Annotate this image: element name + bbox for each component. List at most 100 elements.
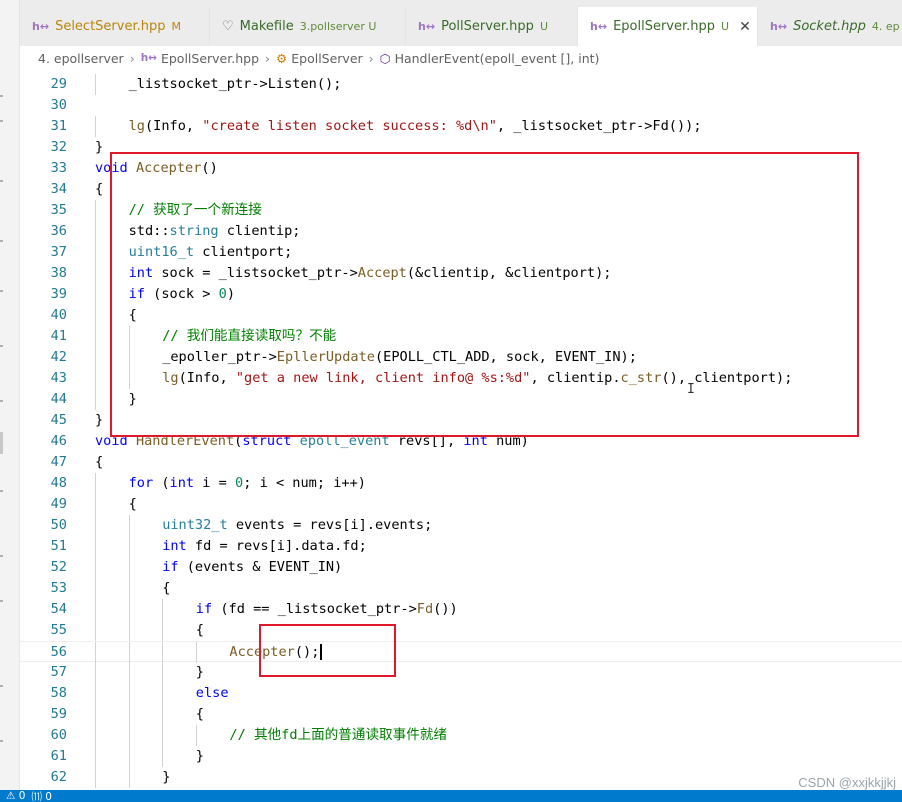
indent-guide bbox=[95, 368, 96, 389]
indent-guide bbox=[95, 116, 96, 137]
code-text: { bbox=[196, 620, 204, 641]
watermark: CSDN @xxjkkjjkj bbox=[798, 775, 896, 790]
tab-selectserver[interactable]: h↔ SelectServer.hpp M bbox=[20, 7, 210, 46]
cpp-header-icon: h↔ bbox=[590, 20, 608, 33]
code-line[interactable]: 60 // 其他fd上面的普通读取事件就绪 bbox=[20, 725, 902, 746]
tab-epollserver[interactable]: h↔ EpollServer.hpp U ✕ bbox=[578, 7, 758, 46]
line-number: 46 bbox=[50, 433, 67, 449]
code-token: { bbox=[95, 454, 104, 470]
line-number: 31 bbox=[50, 118, 67, 134]
code-line[interactable]: 31 lg(Info, "create listen socket success… bbox=[20, 116, 902, 137]
line-number: 33 bbox=[50, 160, 67, 176]
code-line[interactable]: 57} bbox=[20, 662, 902, 683]
tab-pollserver[interactable]: h↔ PollServer.hpp U bbox=[406, 7, 578, 46]
code-token: ( bbox=[153, 475, 170, 491]
code-token: // 其他fd上面的普通读取事件就绪 bbox=[229, 727, 448, 743]
code-line[interactable]: 54 if (fd == _listsocket_ptr->Fd()) bbox=[20, 599, 902, 620]
code-text: } bbox=[196, 662, 204, 683]
breadcrumb-folder[interactable]: 4. epollserver bbox=[38, 51, 124, 66]
chevron-right-icon: › bbox=[368, 50, 374, 66]
code-line[interactable]: 50 uint32_t events = revs[i].events; bbox=[20, 515, 902, 536]
code-text: { bbox=[95, 452, 103, 473]
breadcrumb: 4. epollserver › h↔ EpollServer.hpp › ⚙ … bbox=[20, 46, 902, 70]
indent-guide bbox=[95, 683, 96, 704]
line-number: 42 bbox=[50, 349, 67, 365]
code-token: i = bbox=[194, 475, 236, 491]
code-text: int fd = revs[i].data.fd; bbox=[162, 536, 367, 557]
indent-guide bbox=[95, 662, 96, 683]
problems-count[interactable]: ⚠ 0 bbox=[6, 790, 25, 802]
indent-guide bbox=[128, 662, 130, 683]
tab-socket[interactable]: h↔ Socket.hpp 4. ep bbox=[758, 7, 902, 46]
indent-guide bbox=[162, 725, 164, 746]
tab-status: M bbox=[171, 20, 181, 33]
line-number: 37 bbox=[50, 244, 67, 260]
code-token: (fd == _listsocket_ptr-> bbox=[212, 601, 417, 617]
line-number: 48 bbox=[50, 475, 67, 491]
code-line[interactable]: 29 _listsocket_ptr->Listen(); bbox=[20, 74, 902, 95]
breadcrumb-class[interactable]: EpollServer bbox=[291, 51, 362, 66]
cpp-header-icon: h↔ bbox=[418, 20, 436, 33]
indent-guide bbox=[195, 642, 197, 663]
line-number: 50 bbox=[50, 517, 67, 533]
code-line[interactable]: 56 Accepter(); bbox=[20, 641, 902, 663]
code-token: Fd bbox=[416, 601, 434, 617]
line-number: 38 bbox=[50, 265, 67, 281]
code-line[interactable]: 51 int fd = revs[i].data.fd; bbox=[20, 536, 902, 557]
line-number: 47 bbox=[50, 454, 67, 470]
code-text: else bbox=[196, 683, 229, 704]
indent-guide bbox=[95, 284, 96, 305]
code-line[interactable]: 53 { bbox=[20, 578, 902, 599]
code-text: _listsocket_ptr->Listen(); bbox=[129, 74, 342, 95]
breadcrumb-file[interactable]: EpollServer.hpp bbox=[161, 51, 259, 66]
annotation-box-accepter-function bbox=[110, 152, 859, 437]
line-number: 54 bbox=[50, 601, 67, 617]
code-token: uint32_t bbox=[162, 517, 228, 533]
indent-guide bbox=[128, 599, 130, 620]
code-line[interactable]: 55 { bbox=[20, 620, 902, 641]
indent-guide bbox=[95, 242, 96, 263]
ports-count[interactable]: ⑾ 0 bbox=[31, 790, 52, 802]
code-line[interactable]: 59 { bbox=[20, 704, 902, 725]
indent-guide bbox=[95, 599, 96, 620]
indent-guide bbox=[95, 620, 96, 641]
line-number: 40 bbox=[50, 307, 67, 323]
makefile-icon: ♡ bbox=[222, 19, 234, 34]
close-icon[interactable]: ✕ bbox=[739, 19, 751, 35]
breadcrumb-method[interactable]: HandlerEvent(epoll_event [], int) bbox=[395, 51, 600, 66]
line-number: 44 bbox=[50, 391, 67, 407]
code-line[interactable]: 47 { bbox=[20, 452, 902, 473]
code-text: { bbox=[196, 704, 204, 725]
line-number: 39 bbox=[50, 286, 67, 302]
code-line[interactable]: 49 { bbox=[20, 494, 902, 515]
code-token: } bbox=[95, 412, 104, 428]
tab-label: EpollServer.hpp bbox=[613, 19, 716, 34]
line-number: 29 bbox=[50, 76, 67, 92]
code-text: } bbox=[196, 746, 204, 767]
indent-guide bbox=[128, 746, 130, 767]
code-token: , _listsocket_ptr->Fd()); bbox=[496, 118, 702, 134]
tab-makefile[interactable]: ♡ Makefile 3.pollserver U bbox=[210, 7, 406, 46]
code-line[interactable]: 58 else bbox=[20, 683, 902, 704]
code-token: for bbox=[128, 475, 154, 491]
text-cursor-icon: I bbox=[687, 382, 695, 397]
indent-guide bbox=[162, 662, 164, 683]
indent-guide bbox=[162, 599, 164, 620]
code-line[interactable]: 30 bbox=[20, 95, 902, 116]
indent-guide bbox=[95, 389, 96, 410]
line-number: 41 bbox=[50, 328, 67, 344]
code-line[interactable]: 62} bbox=[20, 767, 902, 788]
line-number: 34 bbox=[50, 181, 67, 197]
indent-guide bbox=[95, 725, 96, 746]
code-token: 0 bbox=[235, 475, 244, 491]
indent-guide bbox=[128, 578, 130, 599]
code-line[interactable]: 52 if (events & EVENT_IN) bbox=[20, 557, 902, 578]
code-line[interactable]: 48 for (int i = 0; i < num; i++) bbox=[20, 473, 902, 494]
indent-guide bbox=[128, 725, 130, 746]
code-line[interactable]: 61} bbox=[20, 746, 902, 767]
code-text: } bbox=[162, 767, 170, 788]
code-text: { bbox=[95, 179, 103, 200]
chevron-right-icon: › bbox=[129, 50, 135, 66]
indent-guide bbox=[95, 326, 96, 347]
code-token: { bbox=[195, 622, 204, 638]
